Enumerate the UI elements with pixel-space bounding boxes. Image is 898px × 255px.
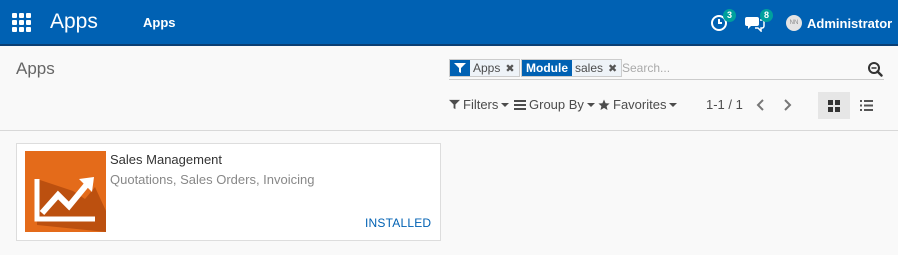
group-by-label: Group By [529,97,584,112]
kanban-grid-icon [828,99,840,112]
activity-badge: 3 [723,9,736,22]
messages-badge: 8 [760,9,773,22]
filter-facet-value: Apps [473,61,501,75]
search-icon[interactable] [867,61,883,77]
remove-facet-icon[interactable]: ✖ [608,62,617,75]
apps-menu-icon[interactable] [12,13,32,33]
pager-previous-icon[interactable] [751,95,771,115]
kanban-view-button[interactable] [818,92,850,119]
user-menu[interactable]: NN Administrator [786,13,892,33]
kanban-record[interactable]: Sales Management Quotations, Sales Order… [16,143,441,241]
messages-button[interactable]: 8 [745,9,773,33]
breadcrumb: Apps [16,59,55,78]
favorites-button[interactable]: Favorites [598,97,678,112]
remove-facet-icon[interactable]: ✖ [505,62,514,75]
menu-item-apps[interactable]: Apps [143,15,176,30]
activity-button[interactable]: 3 [708,9,736,33]
filters-label: Filters [463,97,499,112]
star-icon [598,99,610,110]
module-facet-label: Module [522,60,572,76]
caret-down-icon [501,102,510,107]
record-title: Sales Management [110,152,223,167]
group-by-button[interactable]: Group By [514,97,595,112]
list-icon [859,100,873,111]
funnel-icon [454,63,466,73]
app-brand[interactable]: Apps [50,10,98,34]
funnel-icon [449,99,460,110]
status-badge[interactable]: INSTALLED [365,216,431,230]
user-name: Administrator [807,15,893,31]
filters-button[interactable]: Filters [449,97,510,112]
search-facet-module: Module sales ✖ [521,59,623,77]
pager-value[interactable]: 1-1 / 1 [706,97,743,112]
filter-facet-label [450,60,470,76]
search-facet-filter: Apps ✖ [449,59,520,77]
top-navbar: Apps Apps 3 8 NN Administrator [0,0,898,46]
search-view: Apps ✖ Module sales ✖ [449,58,884,80]
pager-next-icon[interactable] [777,95,797,115]
list-view-button[interactable] [850,92,882,119]
search-input[interactable] [622,59,862,77]
control-panel: Apps Apps ✖ Module sales ✖ Search... Fil… [0,48,898,131]
avatar: NN [786,15,802,31]
caret-down-icon [669,102,678,107]
favorites-label: Favorites [613,97,667,112]
sales-chart-icon [25,151,106,232]
bars-icon [514,99,526,110]
module-facet-value: sales [575,61,604,75]
record-summary: Quotations, Sales Orders, Invoicing [110,172,315,187]
caret-down-icon [586,102,595,107]
